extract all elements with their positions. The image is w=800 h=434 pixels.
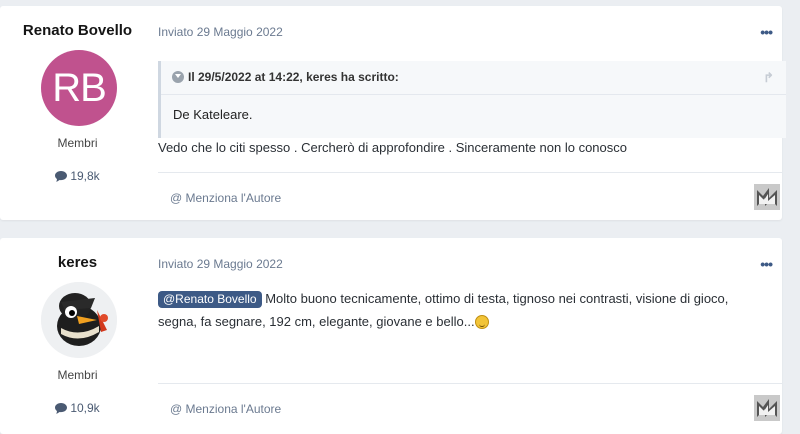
ellipsis-icon[interactable]: ••• (760, 256, 773, 272)
mention-author-link[interactable]: @ Menziona l'Autore (170, 402, 281, 416)
author-name[interactable]: keres (0, 254, 155, 271)
post-count: 10,9k (0, 401, 155, 417)
share-icon[interactable]: ↱ (763, 61, 774, 94)
post-count-value: 19,8k (70, 169, 100, 183)
grin-emoji-icon (474, 315, 489, 329)
post-date[interactable]: Inviato 29 Maggio 2022 (158, 25, 283, 39)
site-logo-icon (754, 395, 780, 421)
quote-header[interactable]: Il 29/5/2022 at 14:22, keres ha scritto:… (161, 61, 786, 95)
chevron-down-icon[interactable] (172, 71, 184, 83)
post-text: @Renato Bovello Molto buono tecnicamente… (158, 287, 768, 333)
mention-author-link[interactable]: @ Menziona l'Autore (170, 191, 281, 205)
post-content: Inviato 29 Maggio 2022 ••• @Renato Bovel… (158, 238, 782, 434)
avatar[interactable]: RB (41, 50, 117, 126)
author-name[interactable]: Renato Bovello (0, 22, 155, 39)
user-mention[interactable]: @Renato Bovello (158, 291, 262, 308)
comment-icon (55, 171, 68, 185)
ellipsis-icon[interactable]: ••• (760, 24, 773, 40)
post-count: 19,8k (0, 169, 155, 185)
site-logo-icon (754, 184, 780, 210)
post-author-panel: keres Membri 10,9k (0, 238, 155, 434)
avatar[interactable] (41, 282, 117, 358)
post-2: keres Membri 10,9k Inviato 29 Maggio 202 (0, 238, 782, 434)
member-group: Membri (57, 136, 98, 150)
post-text: Vedo che lo citi spesso . Cercherò di ap… (158, 140, 627, 155)
post-1: Renato Bovello RB Membri 19,8k Inviato 2… (0, 6, 786, 220)
quote-body: De Kateleare. (173, 107, 253, 122)
post-date[interactable]: Inviato 29 Maggio 2022 (158, 257, 283, 271)
divider (158, 172, 782, 173)
quote-header-text: Il 29/5/2022 at 14:22, keres ha scritto: (188, 70, 399, 84)
member-group: Membri (57, 368, 98, 382)
post-author-panel: Renato Bovello RB Membri 19,8k (0, 6, 155, 220)
divider (158, 383, 782, 384)
quote-block: Il 29/5/2022 at 14:22, keres ha scritto:… (158, 61, 786, 138)
post-count-value: 10,9k (70, 401, 100, 415)
post-content: Inviato 29 Maggio 2022 ••• Il 29/5/2022 … (158, 6, 786, 220)
comment-icon (55, 403, 68, 417)
